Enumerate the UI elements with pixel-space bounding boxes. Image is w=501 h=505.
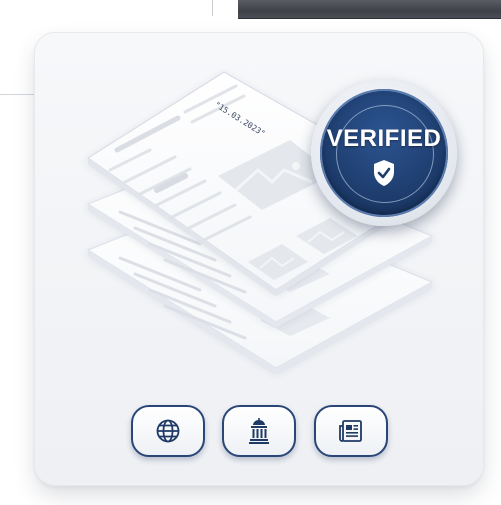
- verified-badge-face: VERIFIED: [320, 89, 448, 217]
- verified-badge: VERIFIED: [311, 80, 457, 226]
- government-building-icon: [249, 418, 269, 444]
- newspaper-icon: [339, 420, 362, 442]
- government-source-button[interactable]: [222, 405, 296, 457]
- globe-source-button[interactable]: [131, 405, 205, 457]
- news-source-button[interactable]: [314, 405, 388, 457]
- verified-badge-ring: [336, 105, 434, 203]
- globe-icon: [156, 419, 180, 443]
- shield-check-icon: [374, 160, 394, 186]
- verified-label: VERIFIED: [326, 125, 442, 152]
